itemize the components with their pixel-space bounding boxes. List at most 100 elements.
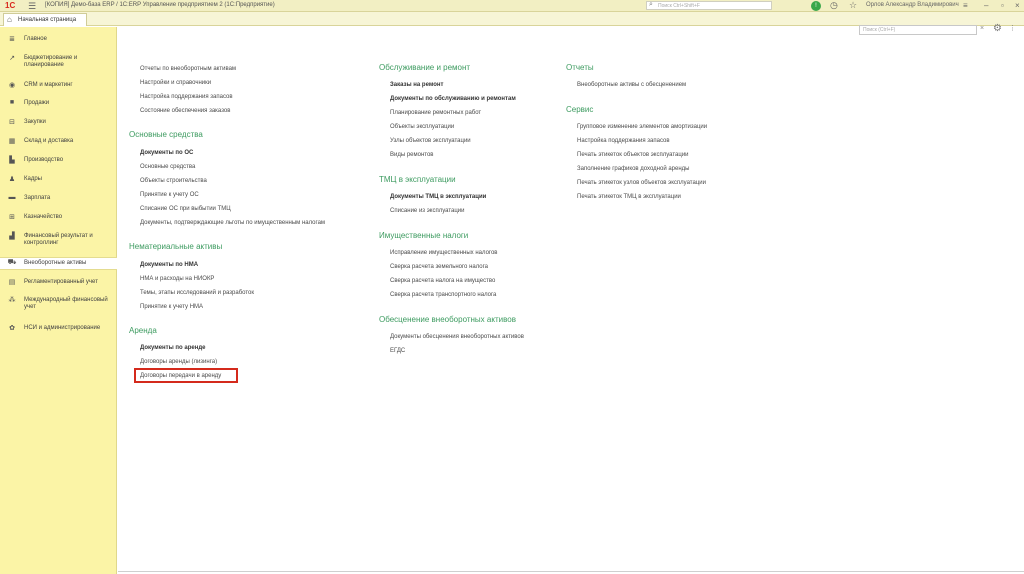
link[interactable]: Сверка расчета земельного налога bbox=[390, 264, 488, 270]
link[interactable]: Печать этикеток объектов эксплуатации bbox=[577, 152, 689, 158]
link[interactable]: Внеоборотные активы с обесценением bbox=[577, 82, 686, 88]
crm-icon: ◉ bbox=[8, 82, 16, 89]
link[interactable]: Договоры аренды (лизинга) bbox=[140, 359, 217, 365]
link[interactable]: Документы обесценения внеоборотных актив… bbox=[390, 334, 524, 340]
tab-bar: ⌂ Начальная страница bbox=[0, 12, 1024, 26]
warehouse-icon: ▦ bbox=[8, 138, 16, 145]
link[interactable]: Исправление имущественных налогов bbox=[390, 250, 498, 256]
section-header-nma: Нематериальные активы bbox=[129, 242, 223, 251]
link[interactable]: Документы по аренде bbox=[140, 345, 205, 351]
sidebar-item-label: Бюджетирование и планирование bbox=[24, 55, 78, 68]
sidebar-item-label: Склад и доставка bbox=[24, 138, 74, 144]
section-header-service: Сервис bbox=[566, 105, 594, 114]
factory-icon: ▙ bbox=[9, 157, 15, 164]
sidebar-item-label: Регламентированный учет bbox=[24, 279, 98, 285]
sidebar-item-label: Международный финансовый учет bbox=[24, 297, 108, 310]
link[interactable]: Заполнение графиков доходной аренды bbox=[577, 166, 690, 172]
link[interactable]: Документы по ОС bbox=[140, 150, 193, 156]
globe-icon: ⁂ bbox=[8, 297, 16, 304]
section-header-tmc: ТМЦ в эксплуатации bbox=[379, 175, 456, 184]
link[interactable]: Настройка поддержания запасов bbox=[577, 138, 670, 144]
section-header-os: Основные средства bbox=[129, 130, 203, 139]
section-search-placeholder: Поиск (Ctrl+F) bbox=[863, 27, 896, 33]
link[interactable]: Документы по обслуживанию и ремонтам bbox=[390, 96, 516, 102]
sidebar-item-label: CRM и маркетинг bbox=[24, 82, 73, 88]
maximize-icon[interactable]: ▫ bbox=[1001, 0, 1004, 11]
car-icon: ⛟ bbox=[7, 259, 17, 266]
notifications-icon[interactable]: ! bbox=[811, 1, 821, 11]
treasury-icon: ⊞ bbox=[9, 214, 15, 221]
title-bar: 1С ☰ [КОПИЯ] Демо-база ERP / 1С:ERP Упра… bbox=[0, 0, 1024, 12]
link[interactable]: Объекты строительства bbox=[140, 178, 207, 184]
link[interactable]: НМА и расходы на НИОКР bbox=[140, 276, 214, 282]
sidebar-item-label: Финансовый результат и контроллинг bbox=[24, 233, 93, 246]
tab-home[interactable]: ⌂ Начальная страница bbox=[3, 13, 87, 26]
link[interactable]: Печать этикеток ТМЦ в эксплуатации bbox=[577, 194, 681, 200]
person-icon: ♟ bbox=[8, 176, 16, 183]
sidebar-item-label: Внеоборотные активы bbox=[24, 260, 87, 266]
bag-icon: ■ bbox=[9, 99, 15, 106]
more-icon[interactable]: ⋮ bbox=[1009, 24, 1016, 32]
wallet-icon: ▬ bbox=[8, 194, 16, 201]
sidebar-item-label: НСИ и администрирование bbox=[24, 325, 101, 331]
close-icon[interactable]: × bbox=[1015, 0, 1020, 11]
settings-gear-icon[interactable]: ⚙ bbox=[993, 23, 1002, 34]
link[interactable]: Объекты эксплуатации bbox=[390, 124, 454, 130]
history-icon[interactable]: ◷ bbox=[830, 0, 838, 11]
menu-lines-icon: ≣ bbox=[9, 36, 15, 43]
link[interactable]: ЕГДС bbox=[390, 348, 405, 354]
link[interactable]: Темы, этапы исследований и разработок bbox=[140, 290, 254, 296]
sidebar-item-label: Зарплата bbox=[24, 195, 51, 201]
favorites-icon[interactable]: ☆ bbox=[849, 0, 857, 11]
link[interactable]: Принятие к учету ОС bbox=[140, 192, 199, 198]
gear-icon: ✿ bbox=[9, 325, 15, 332]
main-menu-icon[interactable]: ☰ bbox=[28, 1, 36, 11]
link[interactable]: Виды ремонтов bbox=[390, 152, 434, 158]
section-header-taxes: Имущественные налоги bbox=[379, 231, 469, 240]
minimize-icon[interactable]: – bbox=[984, 0, 988, 11]
link[interactable]: Принятие к учету НМА bbox=[140, 304, 203, 310]
divider bbox=[118, 571, 1024, 572]
link[interactable]: Состояние обеспечения заказов bbox=[140, 108, 230, 114]
highlight-frame bbox=[134, 368, 238, 383]
global-search-input[interactable]: ⌕ Поиск Ctrl+Shift+F bbox=[646, 1, 772, 10]
clear-search-icon[interactable]: × bbox=[980, 25, 984, 32]
sidebar-item-fixed-assets[interactable]: ⛟ Внеоборотные активы bbox=[0, 257, 117, 270]
link[interactable]: Печать этикеток узлов объектов эксплуата… bbox=[577, 180, 706, 186]
sidebar-item-label: Производство bbox=[24, 157, 64, 163]
search-icon: ⌕ bbox=[649, 1, 653, 8]
link[interactable]: Отчеты по внеоборотным активам bbox=[140, 66, 236, 72]
window-title: [КОПИЯ] Демо-база ERP / 1С:ERP Управлени… bbox=[45, 2, 275, 8]
link[interactable]: Заказы на ремонт bbox=[390, 82, 443, 88]
link[interactable]: Списание из эксплуатации bbox=[390, 208, 465, 214]
section-header-impairment: Обесценение внеоборотных активов bbox=[379, 315, 516, 324]
app-logo: 1С bbox=[5, 1, 16, 10]
global-search-placeholder: Поиск Ctrl+Shift+F bbox=[658, 3, 700, 9]
sidebar: ≣ Главное ↗ Бюджетирование и планировани… bbox=[0, 27, 117, 574]
settings-menu-icon[interactable]: ≡ bbox=[963, 0, 968, 11]
sidebar-item-label: Казначейство bbox=[24, 214, 63, 220]
link[interactable]: Документы ТМЦ в эксплуатации bbox=[390, 194, 486, 200]
finance-icon: ▟ bbox=[9, 233, 15, 240]
link[interactable]: Основные средства bbox=[140, 164, 195, 170]
cart-icon: ⊟ bbox=[9, 119, 15, 126]
link[interactable]: Настройки и справочники bbox=[140, 80, 211, 86]
book-icon: ▤ bbox=[8, 279, 16, 286]
section-search-input[interactable]: Поиск (Ctrl+F) bbox=[859, 25, 977, 35]
chart-icon: ↗ bbox=[9, 55, 15, 62]
user-name[interactable]: Орлов Александр Владимирович bbox=[866, 2, 959, 8]
sidebar-item-label: Закупки bbox=[24, 119, 46, 125]
sidebar-item-label: Продажи bbox=[24, 100, 50, 106]
link[interactable]: Документы по НМА bbox=[140, 262, 198, 268]
link[interactable]: Планирование ремонтных работ bbox=[390, 110, 481, 116]
link[interactable]: Групповое изменение элементов амортизаци… bbox=[577, 124, 707, 130]
tab-home-label: Начальная страница bbox=[18, 17, 77, 23]
link[interactable]: Сверка расчета налога на имущество bbox=[390, 278, 495, 284]
link[interactable]: Документы, подтверждающие льготы по имущ… bbox=[140, 220, 325, 226]
link[interactable]: Сверка расчета транспортного налога bbox=[390, 292, 496, 298]
link[interactable]: Узлы объектов эксплуатации bbox=[390, 138, 471, 144]
link[interactable]: Настройка поддержания запасов bbox=[140, 94, 233, 100]
section-header-arenda: Аренда bbox=[129, 326, 157, 335]
sidebar-item-label: Главное bbox=[24, 36, 47, 42]
link[interactable]: Списание ОС при выбытии ТМЦ bbox=[140, 206, 231, 212]
